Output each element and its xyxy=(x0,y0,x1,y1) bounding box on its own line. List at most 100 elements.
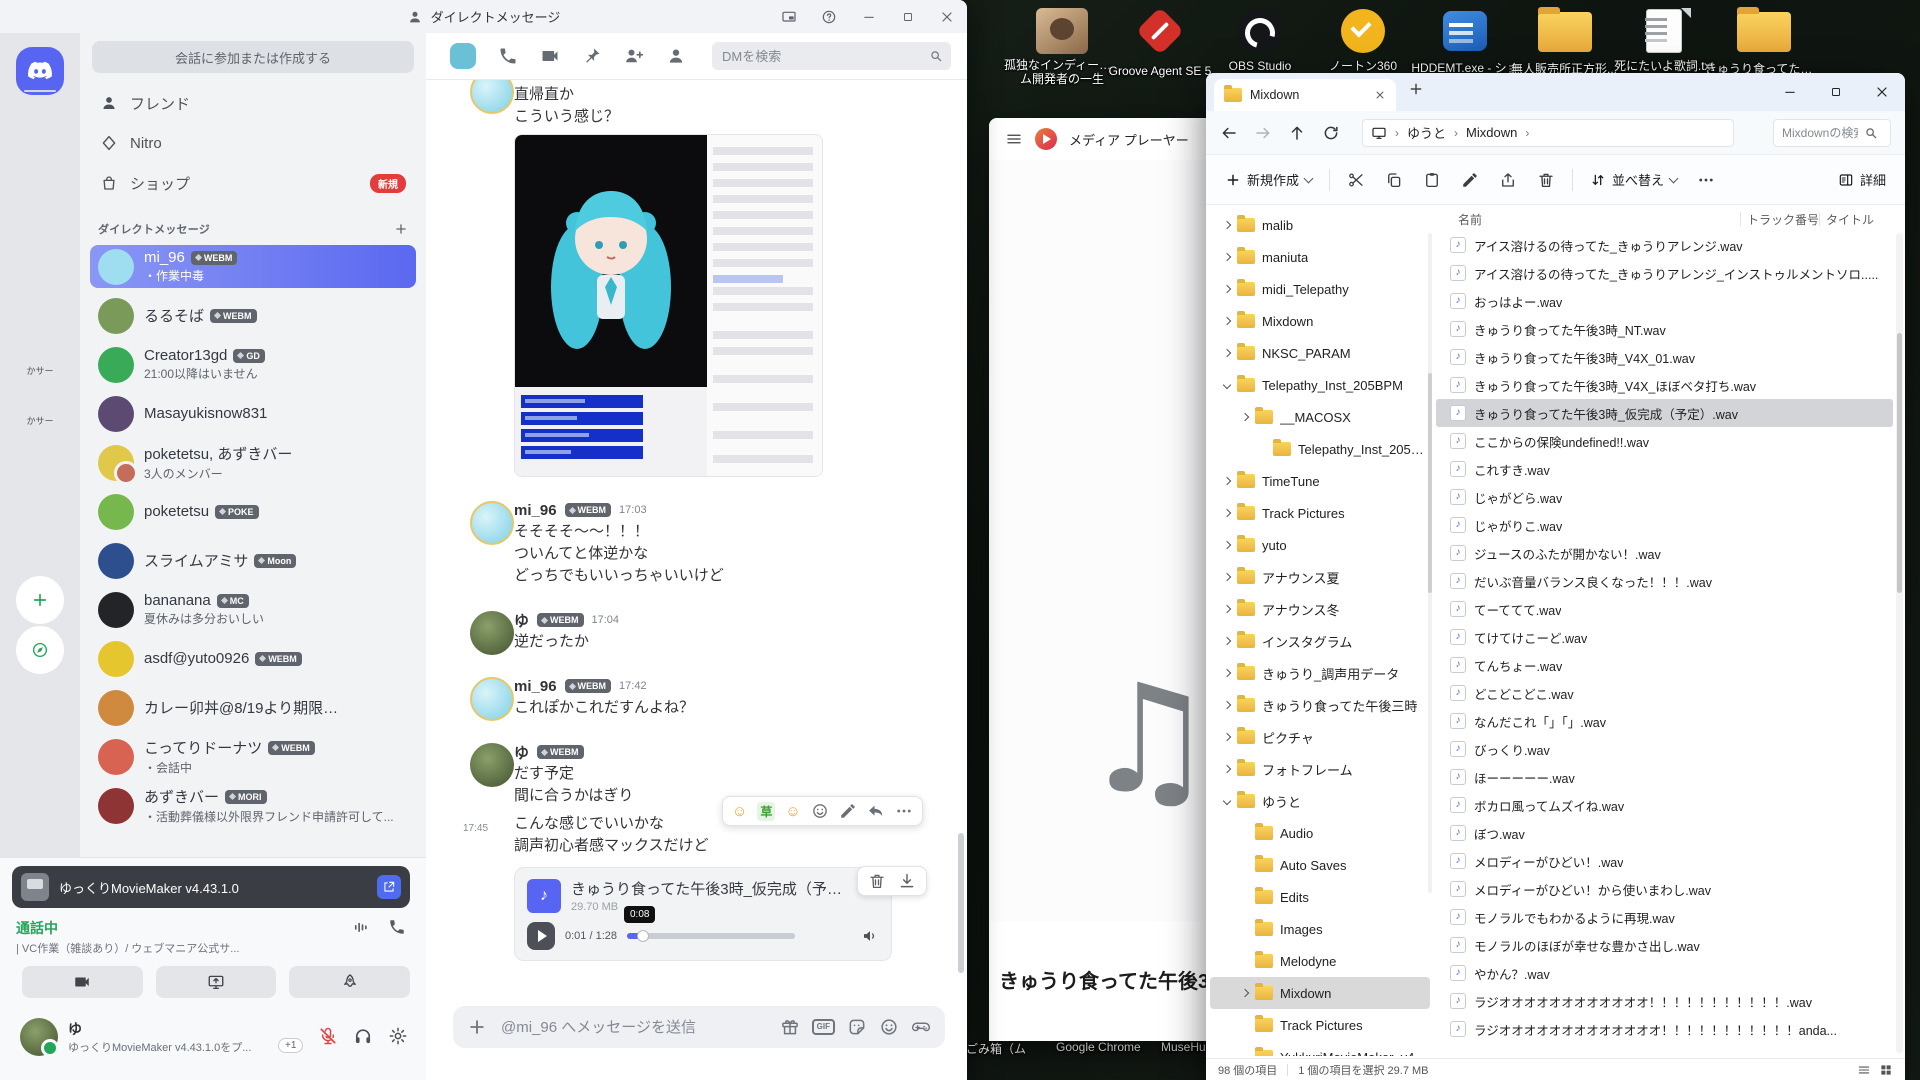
desktop-icon-groove-agent[interactable]: Groove Agent SE 5 xyxy=(1102,8,1218,78)
user-avatar[interactable] xyxy=(20,1018,58,1056)
file-row[interactable]: ♪ きゅうり食ってた午後3時_V4X_01.wav xyxy=(1436,343,1893,371)
tree-item[interactable]: Telepathy_Inst_205BPM xyxy=(1210,369,1430,401)
file-row[interactable]: ♪ ほーーーーー.wav xyxy=(1436,763,1893,791)
attachment-filename[interactable]: きゅうり食ってた午後3時_仮完成（予定）.wav xyxy=(571,878,851,899)
audio-attachment-card[interactable]: ♪ きゅうり食ってた午後3時_仮完成（予定）.wav 29.70 MB 0:01… xyxy=(514,867,892,961)
file-row[interactable]: ♪ メロディーがひどい！から使いまわし.wav xyxy=(1436,875,1893,903)
tree-chevron-icon[interactable] xyxy=(1241,989,1249,997)
voice-activity-icon[interactable] xyxy=(352,918,370,936)
pinned-messages-icon[interactable] xyxy=(582,46,602,66)
tree-item[interactable]: Melodyne xyxy=(1210,945,1430,977)
file-row[interactable]: ♪ びっくり.wav xyxy=(1436,735,1893,763)
details-pane-button[interactable]: 詳細 xyxy=(1829,164,1895,196)
quick-reaction-emoji-icon[interactable]: ☺ xyxy=(785,804,800,819)
tree-chevron-icon[interactable] xyxy=(1223,477,1231,485)
message-author[interactable]: mi_96 xyxy=(514,502,557,519)
tree-item[interactable]: きゅうり_調声用データ xyxy=(1210,657,1430,689)
server-icon[interactable] xyxy=(16,197,64,245)
more-actions-icon[interactable] xyxy=(895,802,913,820)
server-icon[interactable] xyxy=(16,297,64,345)
screen-share-button[interactable] xyxy=(156,966,277,998)
file-row[interactable]: ♪ じゃがどら.wav xyxy=(1436,483,1893,511)
tree-item[interactable]: yuto xyxy=(1210,529,1430,561)
server-icon[interactable] xyxy=(16,497,64,545)
call-channel[interactable]: | VC作業（雑談あり）/ ウェブマニア公式サ... xyxy=(16,940,346,956)
file-row[interactable]: ♪ きゅうり食ってた午後3時_仮完成（予定）.wav xyxy=(1436,399,1893,427)
column-title[interactable]: タイトル xyxy=(1820,211,1874,228)
file-row[interactable]: ♪ メロディーがひどい！.wav xyxy=(1436,847,1893,875)
edit-message-icon[interactable] xyxy=(839,802,857,820)
discord-titlebar[interactable]: ダイレクトメッセージ xyxy=(0,0,967,33)
file-row[interactable]: ♪ ここからの保険undefined!!.wav xyxy=(1436,427,1893,455)
tree-item[interactable]: Track Pictures xyxy=(1210,497,1430,529)
tree-item[interactable]: midi_Telepathy xyxy=(1210,273,1430,305)
tree-item[interactable]: ピクチャ xyxy=(1210,721,1430,753)
paste-button[interactable] xyxy=(1414,164,1450,196)
dm-item[interactable]: あずきバー MORI ・活動葬儀様以外限界フレンド申請許可して... xyxy=(90,784,416,827)
tree-chevron-icon[interactable] xyxy=(1223,605,1231,613)
share-button[interactable] xyxy=(1490,164,1526,196)
rename-button[interactable] xyxy=(1452,164,1488,196)
file-row[interactable]: ♪ きゅうり食ってた午後3時_V4X_ほぼベタ打ち.wav xyxy=(1436,371,1893,399)
tree-chevron-icon[interactable] xyxy=(1223,669,1231,677)
server-icon[interactable] xyxy=(16,147,64,195)
file-row[interactable]: ♪ アイス溶けるの待ってた_きゅうりアレンジ.wav xyxy=(1436,231,1893,259)
copy-button[interactable] xyxy=(1376,164,1412,196)
file-row[interactable]: ♪ やかん？.wav xyxy=(1436,959,1893,987)
tree-chevron-icon[interactable] xyxy=(1223,349,1231,357)
details-view-icon[interactable] xyxy=(1857,1063,1871,1077)
back-icon[interactable] xyxy=(1220,124,1238,142)
desktop-icon-chrome[interactable]: Google Chrome xyxy=(1056,1040,1141,1054)
up-icon[interactable] xyxy=(1288,124,1306,142)
file-row[interactable]: ♪ モノラルのほぼが幸せな豊かさ出し.wav xyxy=(1436,931,1893,959)
video-call-icon[interactable] xyxy=(540,46,560,66)
file-row[interactable]: ♪ ぼつ.wav xyxy=(1436,819,1893,847)
file-row[interactable]: ♪ どこどこどこ.wav xyxy=(1436,679,1893,707)
server-icon[interactable] xyxy=(16,247,64,295)
tree-item[interactable]: Mixdown xyxy=(1210,977,1430,1009)
add-friend-to-dm-icon[interactable] xyxy=(624,46,644,66)
tree-item[interactable]: Mixdown xyxy=(1210,305,1430,337)
gift-icon[interactable] xyxy=(780,1017,800,1037)
dm-item[interactable]: スライムアミサ Moon xyxy=(90,539,416,582)
gif-picker-icon[interactable]: GIF xyxy=(812,1019,835,1035)
tree-chevron-icon[interactable] xyxy=(1241,413,1249,421)
server-icon[interactable] xyxy=(16,97,64,145)
cut-button[interactable] xyxy=(1338,164,1374,196)
sidebar-item-nitro[interactable]: Nitro xyxy=(90,123,416,163)
file-row[interactable]: ♪ だいぶ音量バランス良くなった！！！.wav xyxy=(1436,567,1893,595)
play-button[interactable] xyxy=(527,922,555,950)
sidebar-item-friends[interactable]: フレンド xyxy=(90,83,416,123)
dm-item[interactable]: mi_96 WEBM ・作業中毒 xyxy=(90,245,416,288)
dm-item[interactable]: poketetsu POKE xyxy=(90,490,416,533)
settings-gear-icon[interactable] xyxy=(388,1026,408,1046)
camera-button[interactable] xyxy=(22,966,143,998)
tree-item[interactable]: Audio xyxy=(1210,817,1430,849)
file-row[interactable]: ♪ ボカロ風ってムズイね.wav xyxy=(1436,791,1893,819)
message-avatar[interactable] xyxy=(470,611,514,655)
activities-button[interactable] xyxy=(289,966,410,998)
breadcrumb[interactable]: › ゆうと › Mixdown › xyxy=(1362,119,1734,147)
tree-item[interactable]: Track Pictures xyxy=(1210,1009,1430,1041)
forward-icon[interactable] xyxy=(1254,124,1272,142)
dm-search-input[interactable] xyxy=(720,48,923,65)
file-row[interactable]: ♪ てけてけこーど.wav xyxy=(1436,623,1893,651)
menu-icon[interactable] xyxy=(1005,130,1023,148)
tree-item[interactable]: アナウンス夏 xyxy=(1210,561,1430,593)
tree-item[interactable]: インスタグラム xyxy=(1210,625,1430,657)
explorer-search[interactable] xyxy=(1773,119,1891,147)
create-dm-icon[interactable] xyxy=(394,222,408,236)
tree-item[interactable]: __MACOSX xyxy=(1210,401,1430,433)
explorer-tab[interactable]: Mixdown xyxy=(1214,79,1396,111)
file-row[interactable]: ♪ てーててて.wav xyxy=(1436,595,1893,623)
delete-button[interactable] xyxy=(1528,164,1564,196)
dm-item[interactable]: bananana MC 夏休みは多分おいしい xyxy=(90,588,416,631)
more-button[interactable] xyxy=(1688,164,1724,196)
tree-item[interactable]: TimeTune xyxy=(1210,465,1430,497)
tree-chevron-icon[interactable] xyxy=(1223,509,1231,517)
dm-item[interactable]: Masayukisnow831 xyxy=(90,392,416,435)
tree-chevron-icon[interactable] xyxy=(1223,733,1231,741)
tree-chevron-icon[interactable] xyxy=(1223,541,1231,549)
minimize-icon[interactable] xyxy=(861,9,877,25)
conversation-search-button[interactable]: 会話に参加または作成する xyxy=(92,41,414,73)
